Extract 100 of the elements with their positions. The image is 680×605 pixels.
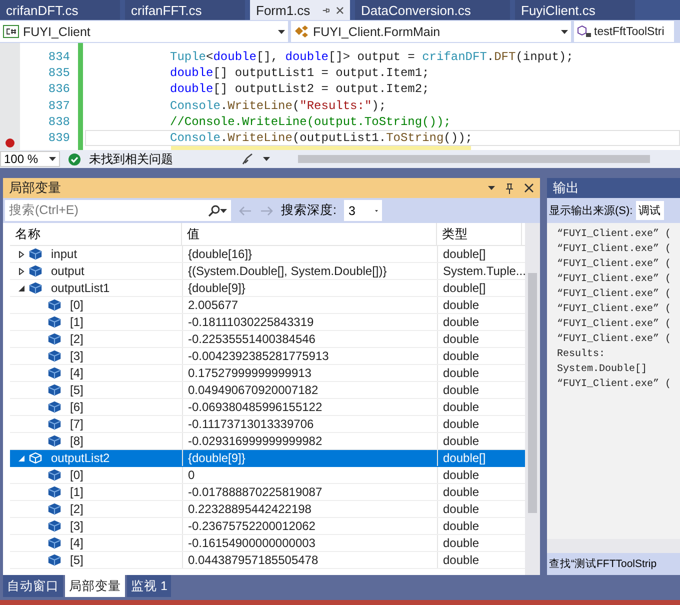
- tree-row[interactable]: [1] -0.18111030225843319 double: [10, 314, 525, 331]
- variable-icon: [48, 316, 61, 328]
- caret-icon: [278, 30, 285, 34]
- document-tab[interactable]: crifanFFT.cs: [125, 0, 245, 20]
- issues-status[interactable]: 未找到相关问题: [89, 150, 173, 168]
- variable-name: [8]: [70, 434, 84, 448]
- close-icon[interactable]: [336, 6, 344, 14]
- search-field[interactable]: 搜索(Ctrl+E): [5, 200, 231, 221]
- value-cell: -0.23675752200012062: [182, 518, 437, 534]
- variable-icon: [48, 537, 61, 549]
- type-cell: double: [437, 399, 522, 415]
- tree-row[interactable]: [4] 0.17527999999999913 double: [10, 365, 525, 382]
- zoom-dropdown[interactable]: 100 %: [0, 151, 60, 167]
- caret-icon: [49, 157, 56, 161]
- tree-row[interactable]: [7] -0.11173713013339706 double: [10, 416, 525, 433]
- depth-dropdown[interactable]: 3: [344, 200, 382, 221]
- class-dropdown[interactable]: FUYI_Client.FormMain: [291, 21, 571, 42]
- variable-icon: [48, 367, 61, 379]
- variable-icon: [48, 299, 61, 311]
- output-line: “FUYI_Client.exe” (: [557, 304, 672, 317]
- horizontal-scrollbar[interactable]: [298, 155, 650, 163]
- value-cell: {double[9]}: [182, 450, 437, 466]
- variable-name: [7]: [70, 417, 84, 431]
- source-dropdown[interactable]: 调试: [636, 201, 664, 220]
- document-tab[interactable]: FuyiClient.cs: [515, 0, 635, 20]
- variable-name: [4]: [70, 366, 84, 380]
- variable-name: input: [51, 247, 78, 261]
- variable-name: outputList1: [51, 281, 110, 295]
- tree-row[interactable]: [6] -0.069380485996155122 double: [10, 399, 525, 416]
- variable-name: [3]: [70, 519, 84, 533]
- tree-row[interactable]: output {(System.Double[], System.Double[])} System.Tuple...: [10, 263, 525, 280]
- document-tab[interactable]: crifanDFT.cs: [0, 0, 120, 20]
- value-cell: -0.11173713013339706: [182, 416, 437, 432]
- horizontal-scrollbar[interactable]: [547, 539, 680, 553]
- type-cell: double[]: [437, 450, 522, 466]
- variable-name: [2]: [70, 502, 84, 516]
- tree-row[interactable]: [8] -0.029316999999999982 double: [10, 433, 525, 450]
- output-line: “FUYI_Client.exe” (: [557, 244, 672, 257]
- caret-icon: [220, 208, 227, 212]
- output-line: “FUYI_Client.exe” (: [557, 334, 672, 347]
- type-cell: double: [437, 348, 522, 364]
- type-cell: double: [437, 365, 522, 381]
- tree-row[interactable]: [3] -0.0042392385281775913 double: [10, 348, 525, 365]
- type-cell: double: [437, 382, 522, 398]
- variable-icon: [48, 503, 61, 515]
- tool-window-tab[interactable]: 自动窗口: [3, 575, 63, 597]
- cube-lock-icon: [577, 25, 592, 38]
- type-cell: double: [437, 331, 522, 347]
- caret-icon: [375, 208, 378, 212]
- tree-row[interactable]: [2] 0.22328895442422198 double: [10, 501, 525, 518]
- output-line: “FUYI_Client.exe” (: [557, 229, 672, 242]
- member-dropdown[interactable]: testFftToolStri: [574, 21, 674, 42]
- tree-row[interactable]: [5] 0.044387957185505478 double: [10, 552, 525, 569]
- type-cell: double: [437, 518, 522, 534]
- document-tab[interactable]: DataConversion.cs: [355, 0, 510, 20]
- panel-title: 输出: [553, 179, 579, 197]
- variable-name: [0]: [70, 298, 84, 312]
- project-dropdown[interactable]: FUYI_Client: [0, 21, 288, 42]
- expanded-arrow-icon[interactable]: [18, 284, 25, 292]
- tool-window-tab[interactable]: 监视 1: [127, 575, 172, 597]
- tree-row[interactable]: outputList2 {double[9]} double[]: [10, 450, 525, 467]
- type-cell: double: [437, 297, 522, 313]
- variable-name: [4]: [70, 536, 84, 550]
- pin-icon[interactable]: [322, 6, 330, 14]
- tree-row[interactable]: [4] -0.16154900000000003 double: [10, 535, 525, 552]
- value-cell: -0.18111030225843319: [182, 314, 437, 330]
- column-header[interactable]: 名称: [10, 223, 182, 245]
- type-cell: double: [437, 501, 522, 517]
- line-number: 838: [48, 114, 70, 130]
- brush-icon[interactable]: [241, 153, 255, 165]
- tree-row[interactable]: [0] 2.005677 double: [10, 297, 525, 314]
- tool-window-tab[interactable]: 局部变量: [65, 575, 125, 597]
- value-cell: -0.029316999999999982: [182, 433, 437, 449]
- close-icon[interactable]: [524, 183, 534, 193]
- type-cell: double: [437, 467, 522, 483]
- panel-title: 局部变量: [9, 179, 61, 197]
- value-cell: {double[9]}: [182, 280, 437, 296]
- output-line: System.Double[]: [557, 364, 648, 377]
- column-header[interactable]: 类型: [437, 223, 522, 245]
- tree-row[interactable]: input {double[16]} double[]: [10, 246, 525, 263]
- collapsed-arrow-icon[interactable]: [18, 250, 25, 258]
- tree-row[interactable]: [1] -0.017888870225819087 double: [10, 484, 525, 501]
- value-cell: {double[16]}: [182, 246, 437, 262]
- pin-icon[interactable]: [505, 182, 514, 194]
- variable-icon: [48, 486, 61, 498]
- document-tab[interactable]: Form1.cs: [250, 0, 350, 20]
- line-number: 835: [48, 65, 70, 82]
- code-line: Console.WriteLine("Results:");: [169, 98, 388, 114]
- column-header[interactable]: 值: [182, 223, 437, 245]
- variable-name: [2]: [70, 332, 84, 346]
- collapsed-arrow-icon[interactable]: [18, 268, 25, 274]
- tree-row[interactable]: [5] 0.049490670920007182 double: [10, 382, 525, 399]
- variable-icon: [48, 384, 61, 396]
- tree-row[interactable]: outputList1 {double[9]} double[]: [10, 280, 525, 297]
- tree-row[interactable]: [3] -0.23675752200012062 double: [10, 518, 525, 535]
- tree-row[interactable]: [0] 0 double: [10, 467, 525, 484]
- vertical-scrollbar[interactable]: [525, 223, 540, 575]
- source-label: 显示输出来源(S):: [549, 204, 633, 218]
- tree-row[interactable]: [2] -0.22535551400384546 double: [10, 331, 525, 348]
- check-icon: [68, 152, 81, 166]
